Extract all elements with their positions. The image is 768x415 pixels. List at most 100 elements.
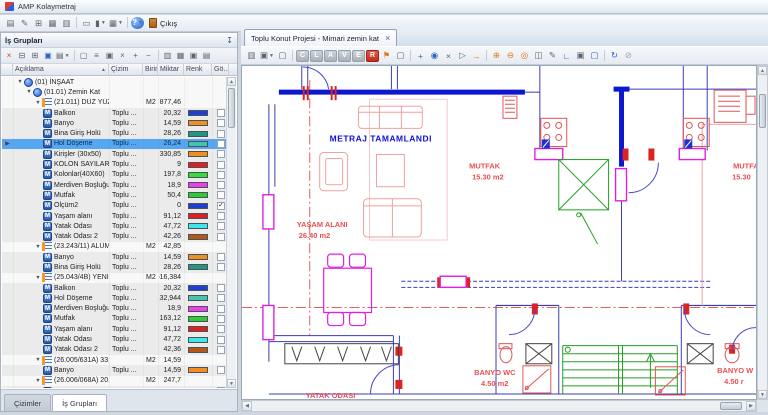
edit-icon[interactable]: ✎ — [546, 49, 559, 62]
new-icon[interactable]: ▢ — [276, 49, 289, 62]
image-icon[interactable]: ▦ — [46, 17, 59, 30]
color-swatch[interactable] — [188, 140, 208, 147]
scroll-right-icon[interactable]: ▶ — [746, 401, 756, 411]
color-swatch[interactable] — [188, 223, 208, 230]
zoom-out-icon[interactable]: ⊖ — [504, 49, 517, 62]
tree-row[interactable]: ▼ (26.005/631A) 33... M2 14,59 — [2, 355, 226, 366]
exit-button[interactable]: Çıkış — [145, 18, 181, 28]
zoom-page-icon[interactable]: ◫ — [532, 49, 545, 62]
tree-row[interactable]: ▼ (21.011) DÜZ YÜZ... M2877,46 — [2, 97, 226, 108]
tree-row[interactable]: ▶ M Hol Döşeme Toplu ... 26,24 — [2, 138, 226, 150]
tree-row[interactable]: ▼ (23.243/11) ALÜM... M2 42,85 — [2, 241, 226, 253]
page-next-icon[interactable]: ▷ — [456, 49, 469, 62]
ruler-icon[interactable]: ∟ — [560, 49, 573, 62]
expand-tree-icon[interactable]: ⊞ — [29, 50, 41, 62]
tree-row[interactable]: M Mutfak Toplu ... 163,12 — [2, 313, 226, 325]
expander-icon[interactable]: ▼ — [34, 275, 42, 281]
color-swatch[interactable] — [188, 305, 208, 312]
tree-row[interactable]: M Banyo Toplu ... 14,59 — [2, 252, 226, 263]
panel-tab--izimler[interactable]: Çizimler — [4, 394, 52, 411]
tree-row[interactable]: ▼ (26.006/068A) 20... M2 247,7 — [2, 375, 226, 386]
column-aciklama[interactable]: Açıklama ▲ — [13, 64, 109, 75]
duplicate-icon[interactable]: ▣ — [104, 50, 116, 62]
visibility-checkbox[interactable] — [217, 253, 225, 262]
add-icon[interactable]: + — [130, 50, 142, 62]
tree-row[interactable]: M KOLON SAYILARI Toplu ... 9 — [2, 159, 226, 170]
visibility-checkbox[interactable] — [217, 387, 225, 388]
collapse-tree-icon[interactable]: ⊟ — [16, 50, 28, 62]
tree-row[interactable]: M Mutfak Toplu ... 50,4 — [2, 190, 226, 201]
tree-row[interactable]: M Banyo Toplu ... 14,59 — [2, 118, 226, 129]
visibility-checkbox[interactable] — [217, 212, 225, 220]
color-swatch[interactable] — [188, 254, 208, 261]
tree-row[interactable]: M Merdiven Boşluğu Toplu ... 18,9 — [2, 179, 226, 191]
column-cizim[interactable]: Çizim — [109, 64, 143, 75]
tree-row[interactable]: M Merdiven Boşluğu Toplu ... 18,9 — [2, 303, 226, 314]
visibility-checkbox[interactable] — [217, 129, 225, 138]
scroll-up-icon[interactable]: ▲ — [227, 77, 236, 86]
scroll-down-icon[interactable]: ▼ — [758, 390, 767, 399]
tree-row[interactable]: M Yatak Odası 2 Toplu ... 42,26 — [2, 231, 226, 242]
visibility-checkbox[interactable] — [217, 314, 225, 323]
color-swatch[interactable] — [188, 315, 208, 322]
tree-row[interactable]: M Yatak Odası Toplu ... 47,72 — [2, 221, 226, 232]
column-miktar[interactable]: Miktar — [158, 64, 184, 75]
help-icon[interactable]: ? ▼ — [130, 16, 144, 29]
measure-icon[interactable]: ▣ — [42, 50, 54, 62]
expander-icon[interactable]: ▼ — [34, 100, 42, 106]
tree-row[interactable]: MBanyoToplu ... 247,7 — [2, 385, 226, 388]
tree-row[interactable]: M Balkon Toplu ... 20,32 — [2, 282, 226, 294]
color-swatch[interactable] — [188, 326, 208, 333]
color-swatch[interactable] — [188, 130, 208, 137]
print-preview-icon[interactable]: ▦ — [175, 50, 187, 62]
select-icon[interactable]: + — [414, 49, 427, 62]
panel-tab-i-gruplar-[interactable]: İş Grupları — [52, 394, 108, 411]
visibility-checkbox[interactable]: ✓ — [217, 201, 225, 210]
page-icon[interactable]: ▤ — [4, 17, 17, 30]
visibility-checkbox[interactable] — [217, 263, 225, 272]
visibility-checkbox[interactable] — [217, 294, 225, 303]
scroll-thumb[interactable] — [759, 94, 766, 128]
tree-row[interactable]: M Ölçüm2 Toplu ... 0 ✓ — [2, 200, 226, 211]
visibility-checkbox[interactable] — [217, 191, 225, 200]
scroll-up-icon[interactable]: ▲ — [758, 66, 767, 75]
hide-icon[interactable]: ⊘ — [622, 49, 635, 62]
tree-row[interactable]: M Bina Giriş Holü Toplu ... 28,26 — [2, 128, 226, 139]
color-swatch[interactable] — [188, 285, 208, 292]
layer-l-button[interactable]: L — [309, 49, 323, 62]
tree-row[interactable]: M Kolonlar(40X60) Toplu ... 197,8 — [2, 169, 226, 180]
tree-row[interactable]: ▼ (01.01) Zemin Kat — [2, 87, 226, 98]
visibility-checkbox[interactable] — [217, 222, 225, 231]
color-swatch[interactable] — [188, 120, 208, 127]
color-swatch[interactable] — [188, 161, 208, 168]
tree-row[interactable]: M Yaşam alanı Toplu ... 91,12 — [2, 210, 226, 222]
scroll-thumb[interactable] — [228, 88, 235, 128]
color-swatch[interactable] — [188, 295, 208, 302]
go-icon[interactable]: → — [470, 49, 483, 62]
visibility-checkbox[interactable] — [217, 325, 225, 334]
color-swatch[interactable] — [188, 182, 208, 189]
tree-row[interactable]: MHol DöşemeToplu ...132,944 — [2, 293, 226, 304]
expander-icon[interactable]: ▼ — [34, 244, 42, 250]
visibility-checkbox[interactable] — [217, 170, 225, 179]
column-renk[interactable]: Renk — [184, 64, 212, 75]
tree-row[interactable]: M Yatak Odası 2 Toplu ... 42,36 — [2, 344, 226, 356]
tree-row[interactable]: M Banyo Toplu ... 14,59 — [2, 365, 226, 376]
color-swatch[interactable] — [188, 192, 208, 199]
expander-icon[interactable]: ▼ — [34, 357, 42, 363]
layer-a-button[interactable]: A — [323, 49, 337, 62]
frame-icon[interactable]: ▢ — [78, 50, 90, 62]
visibility-checkbox[interactable] — [217, 119, 225, 128]
visibility-checkbox[interactable] — [217, 150, 225, 159]
expander-icon[interactable]: ▼ — [16, 79, 24, 85]
visibility-checkbox[interactable] — [217, 366, 225, 375]
tree-row[interactable]: ▼ (25.043/4B) YENİ ... M2516,384 — [2, 272, 226, 283]
visibility-checkbox[interactable] — [217, 139, 225, 148]
scroll-left-icon[interactable]: ◀ — [242, 401, 252, 411]
color-swatch[interactable] — [188, 213, 208, 219]
pin-icon[interactable]: ↧ — [226, 36, 233, 45]
tree-scrollbar[interactable]: ▲ ▼ — [226, 77, 236, 388]
print-icon[interactable]: ▥ — [245, 49, 258, 62]
zoom-in-icon[interactable]: ⊕ — [490, 49, 503, 62]
color-swatch[interactable] — [188, 233, 208, 240]
